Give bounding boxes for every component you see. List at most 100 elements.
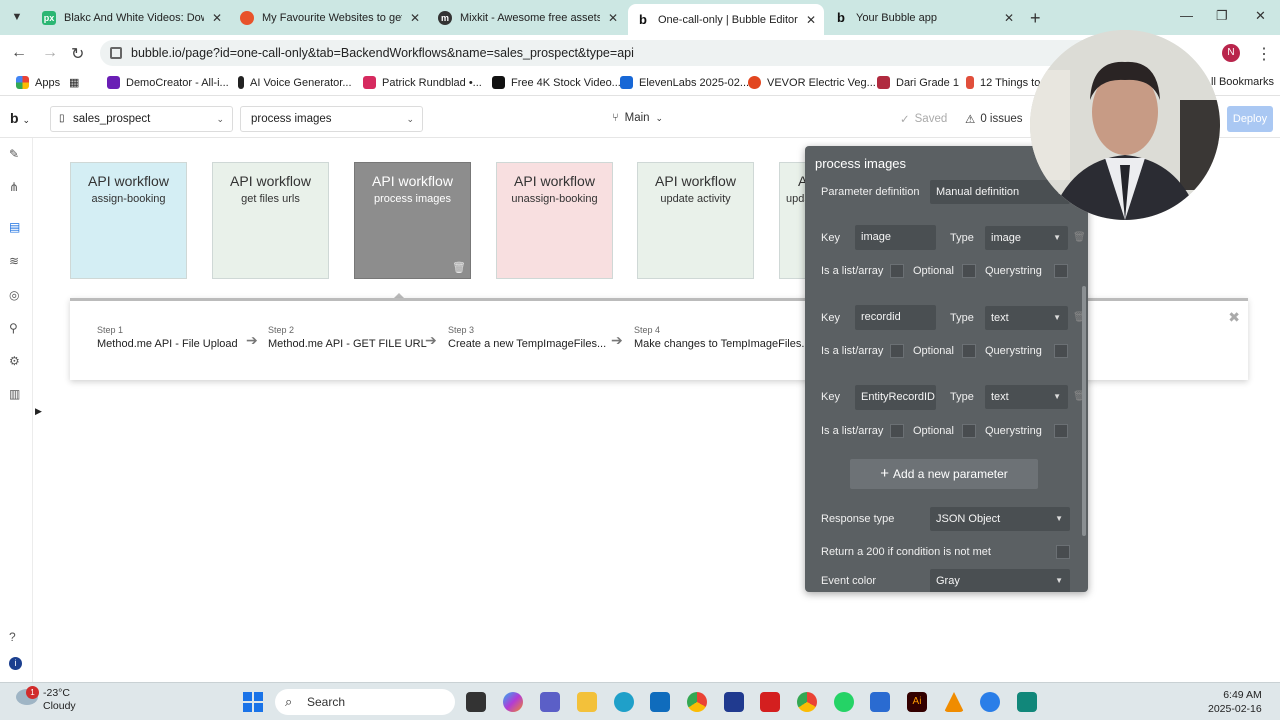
close-tab-icon[interactable]: ✕ xyxy=(212,11,222,25)
bookmark-item[interactable]: Patrick Rundblad •... xyxy=(363,76,482,89)
new-tab-icon[interactable]: + xyxy=(1030,8,1041,29)
event-color-dropdown[interactable]: Gray ▼ xyxy=(930,569,1070,592)
querystring-checkbox[interactable] xyxy=(1054,264,1068,278)
response-type-dropdown[interactable]: JSON Object ▼ xyxy=(930,507,1070,531)
illustrator-icon[interactable]: Ai xyxy=(907,692,927,712)
list-checkbox[interactable] xyxy=(890,264,904,278)
param-type-dropdown[interactable]: text ▼ xyxy=(985,306,1068,330)
copilot-icon[interactable] xyxy=(503,692,523,712)
app-icon[interactable] xyxy=(1017,692,1037,712)
photos-icon[interactable] xyxy=(870,692,890,712)
settings-tab-icon[interactable]: ⚙ xyxy=(9,354,24,369)
browser-tab[interactable]: b Your Bubble app ✕ xyxy=(826,4,1022,31)
browser-tab[interactable]: My Favourite Websites to get st ✕ xyxy=(232,4,428,31)
bookmark-item[interactable]: DemoCreator - All-i... xyxy=(107,76,229,89)
weather-widget[interactable]: -23°C Cloudy xyxy=(43,687,76,713)
tab-search-icon[interactable]: ▼ xyxy=(6,6,28,28)
teams-icon[interactable] xyxy=(540,692,560,712)
styles-tab-icon[interactable]: ◎ xyxy=(9,288,24,303)
workflow-card[interactable]: API workflow unassign-booking xyxy=(496,162,613,279)
all-bookmarks[interactable]: ll Bookmarks xyxy=(1211,76,1274,88)
info-icon[interactable]: i xyxy=(9,657,22,670)
issues-button[interactable]: ⚠ 0 issues xyxy=(965,112,1023,126)
tab-grid-icon[interactable]: ▦ xyxy=(69,76,79,89)
bookmark-item[interactable]: VEVOR Electric Veg... xyxy=(748,76,876,89)
workflow-step[interactable]: Step 3 Create a new TempImageFiles... xyxy=(448,325,606,350)
optional-checkbox[interactable] xyxy=(962,344,976,358)
chrome-icon[interactable] xyxy=(687,692,707,712)
workflow-step[interactable]: Step 1 Method.me API - File Upload xyxy=(97,325,238,350)
close-window-icon[interactable]: ✕ xyxy=(1255,8,1266,24)
add-parameter-button[interactable]: + Add a new parameter xyxy=(850,459,1038,489)
bookmark-item[interactable]: ElevenLabs 2025-02... xyxy=(620,76,749,89)
bookmark-item[interactable]: Dari Grade 1 xyxy=(877,76,959,89)
windows-start-icon[interactable] xyxy=(243,692,263,712)
app-icon[interactable] xyxy=(724,692,744,712)
whatsapp-icon[interactable] xyxy=(834,692,854,712)
browser-tab-active[interactable]: b One-call-only | Bubble Editor ✕ xyxy=(628,4,824,35)
param-type-dropdown[interactable]: image ▼ xyxy=(985,226,1068,250)
more-menu-icon[interactable]: ⋮ xyxy=(1256,44,1272,64)
optional-checkbox[interactable] xyxy=(962,424,976,438)
taskbar-search[interactable]: ⌕ Search xyxy=(275,689,455,715)
backend-workflows-tab-icon[interactable]: ▤ xyxy=(9,220,24,235)
querystring-checkbox[interactable] xyxy=(1054,344,1068,358)
bookmark-apps[interactable]: Apps xyxy=(16,76,60,89)
help-icon[interactable]: ? xyxy=(9,630,24,645)
bookmark-item[interactable]: Free 4K Stock Video... xyxy=(492,76,621,89)
acrobat-icon[interactable] xyxy=(760,692,780,712)
list-checkbox[interactable] xyxy=(890,424,904,438)
back-icon[interactable]: ← xyxy=(11,44,27,62)
browser-tab[interactable]: m Mixkit - Awesome free assets fo ✕ xyxy=(430,4,626,31)
param-key-input[interactable]: EntityRecordID xyxy=(855,385,936,410)
app-icon[interactable] xyxy=(980,692,1000,712)
expand-panel-icon[interactable]: ▶ xyxy=(35,406,42,417)
workflow-card-selected[interactable]: API workflow process images 🗑 xyxy=(354,162,471,279)
workflow-step[interactable]: Step 4 Make changes to TempImageFiles... xyxy=(634,325,811,350)
workflow-card[interactable]: API workflow assign-booking xyxy=(70,162,187,279)
list-checkbox[interactable] xyxy=(890,344,904,358)
param-key-input[interactable]: image xyxy=(855,225,936,250)
data-tab-icon[interactable]: ≋ xyxy=(9,254,24,269)
url-field[interactable]: bubble.io/page?id=one-call-only&tab=Back… xyxy=(100,40,1100,66)
vlc-icon[interactable] xyxy=(944,692,964,712)
optional-checkbox[interactable] xyxy=(962,264,976,278)
workflow-selector[interactable]: process images ⌄ xyxy=(240,106,423,132)
task-view-icon[interactable] xyxy=(466,692,486,712)
param-key-input[interactable]: recordid xyxy=(855,305,936,330)
delete-param-icon[interactable]: 🗑 xyxy=(1073,232,1086,243)
close-tab-icon[interactable]: ✕ xyxy=(1004,11,1014,25)
edge-icon[interactable] xyxy=(614,692,634,712)
workflow-card[interactable]: API workflow get files urls xyxy=(212,162,329,279)
branch-selector[interactable]: ⑂ Main ⌄ xyxy=(612,112,663,124)
param-def-dropdown[interactable]: Manual definition▼ xyxy=(930,180,1070,204)
param-type-dropdown[interactable]: text ▼ xyxy=(985,385,1068,409)
plugins-tab-icon[interactable]: ⚲ xyxy=(9,321,24,336)
site-info-icon[interactable] xyxy=(110,47,122,59)
workflow-card[interactable]: API workflow update activity xyxy=(637,162,754,279)
delete-workflow-icon[interactable]: 🗑 xyxy=(452,261,466,274)
close-tab-icon[interactable]: ✕ xyxy=(410,11,420,25)
page-selector[interactable]: ▯ sales_prospect ⌄ xyxy=(50,106,233,132)
store-icon[interactable] xyxy=(650,692,670,712)
file-explorer-icon[interactable] xyxy=(577,692,597,712)
clock[interactable]: 6:49 AM 2025-02-16 xyxy=(1208,688,1262,716)
logs-tab-icon[interactable]: ▥ xyxy=(9,387,24,402)
workflow-tab-icon[interactable]: ⋔ xyxy=(9,180,24,195)
close-tab-icon[interactable]: ✕ xyxy=(608,11,618,25)
querystring-checkbox[interactable] xyxy=(1054,424,1068,438)
minimize-icon[interactable]: — xyxy=(1180,8,1193,23)
bookmark-item[interactable]: AI Voice Generator... xyxy=(238,76,352,89)
bookmark-item[interactable]: 12 Things to xyxy=(966,76,1040,89)
close-tab-icon[interactable]: ✕ xyxy=(806,13,816,27)
restore-icon[interactable]: ❐ xyxy=(1216,8,1228,24)
chrome-profile-icon[interactable] xyxy=(797,692,817,712)
browser-tab[interactable]: px Blakc And White Videos: Downl ✕ xyxy=(34,4,230,31)
reload-icon[interactable]: ↻ xyxy=(71,44,84,64)
return200-checkbox[interactable] xyxy=(1056,545,1070,559)
scrollbar[interactable] xyxy=(1082,286,1086,536)
close-icon[interactable]: ✖ xyxy=(1228,309,1240,326)
workflow-step[interactable]: Step 2 Method.me API - GET FILE URL xyxy=(268,325,427,350)
deploy-button[interactable]: Deploy xyxy=(1227,106,1273,132)
forward-icon[interactable]: → xyxy=(42,44,58,62)
